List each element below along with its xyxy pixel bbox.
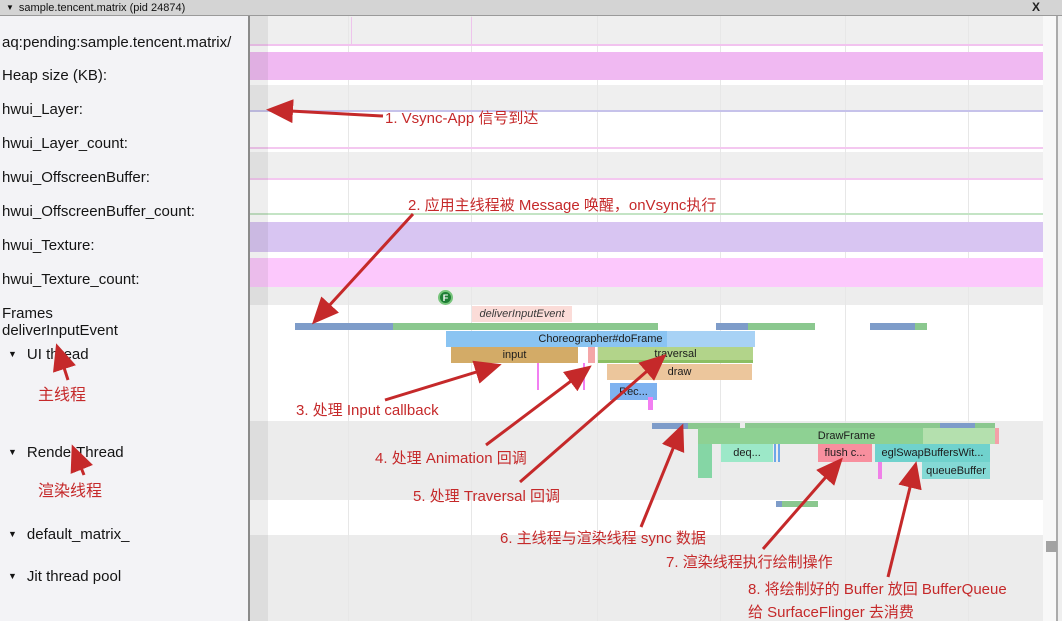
- default-matrix-runstate-green[interactable]: [782, 501, 818, 507]
- slice-label: Choreographer#doFrame: [538, 333, 663, 345]
- renderthread-runstate-blue[interactable]: [652, 423, 688, 429]
- slice-dequeue-buffer[interactable]: deq...: [721, 444, 773, 462]
- slice-drawframe[interactable]: DrawFrame: [698, 428, 995, 444]
- track-label-hwui-layer: hwui_Layer:: [2, 101, 83, 118]
- counter-tick: [774, 444, 776, 462]
- annotation-step-8-line2: 给 SurfaceFlinger 去消费: [748, 604, 914, 621]
- counter-tick: [778, 444, 780, 462]
- annotation-step-5: 5. 处理 Traversal 回调: [413, 488, 560, 505]
- slice-deliver-input-event[interactable]: deliverInputEvent: [472, 306, 572, 322]
- ui-thread-runstate-green[interactable]: [393, 323, 658, 330]
- annotation-step-1: 1. Vsync-App 信号到达: [385, 110, 539, 127]
- heap-size-counter-band[interactable]: [250, 52, 1043, 80]
- ui-thread-runstate-green[interactable]: [748, 323, 815, 330]
- process-titlebar[interactable]: ▼ sample.tencent.matrix (pid 24874) X: [0, 0, 1062, 16]
- track-name-sidebar: aq:pending:sample.tencent.matrix/ Heap s…: [0, 16, 248, 621]
- annotation-step-3: 3. 处理 Input callback: [296, 402, 439, 419]
- thread-label: default_matrix_: [26, 526, 130, 543]
- slice-traversal[interactable]: traversal: [598, 347, 753, 363]
- aq-pending-counter-line: [250, 44, 1043, 46]
- collapse-icon[interactable]: ▼: [8, 349, 17, 359]
- counter-tick: [537, 363, 539, 390]
- vsync-tick: [471, 17, 472, 44]
- slice-drawframe-tail: [923, 428, 995, 444]
- hwui-texture-count-counter-band[interactable]: [250, 258, 1043, 287]
- note-render-thread: 渲染线程: [38, 483, 103, 500]
- grid-line: [720, 16, 721, 621]
- thread-label: Jit thread pool: [26, 568, 122, 585]
- counter-tick: [583, 363, 585, 390]
- collapse-icon[interactable]: ▼: [8, 529, 17, 539]
- vsync-tick: [351, 17, 352, 44]
- process-title: sample.tencent.matrix (pid 24874): [18, 1, 186, 14]
- track-row-hwui-layer[interactable]: [250, 85, 1043, 110]
- thread-label: RenderThread: [26, 444, 124, 461]
- slice-draw[interactable]: draw: [607, 364, 752, 380]
- hwui-texture-counter-band[interactable]: [250, 222, 1043, 252]
- close-icon[interactable]: X: [1032, 0, 1040, 14]
- collapse-icon[interactable]: ▼: [6, 3, 14, 12]
- sidebar-item-ui-thread[interactable]: ▼ UI thread: [8, 346, 89, 363]
- track-row-frames[interactable]: [250, 287, 1043, 305]
- track-label-hwui-texture: hwui_Texture:: [2, 237, 95, 254]
- slice-label: DrawFrame: [817, 430, 876, 442]
- track-row-hwui-offscreenbuffer[interactable]: [250, 152, 1043, 178]
- track-label-heap-size: Heap size (KB):: [2, 67, 108, 84]
- track-label-hwui-layer-count: hwui_Layer_count:: [2, 135, 128, 152]
- grid-line: [968, 16, 969, 621]
- hwui-offscreenbuffer-counter-line: [250, 178, 1043, 180]
- ui-thread-runstate-blue[interactable]: [870, 323, 915, 330]
- slice-queuebuffer[interactable]: queueBuffer: [922, 462, 990, 479]
- frame-marker-badge[interactable]: F: [438, 290, 453, 305]
- slice-syncframestate[interactable]: [698, 444, 712, 478]
- grid-line: [845, 16, 846, 621]
- track-label-hwui-offscreenbuffer-count: hwui_OffscreenBuffer_count:: [2, 203, 195, 220]
- slice-flush-commands[interactable]: flush c...: [818, 444, 872, 462]
- ui-thread-runstate-blue[interactable]: [716, 323, 748, 330]
- sidebar-canvas-divider: [248, 16, 250, 621]
- canvas-left-shade: [250, 16, 268, 621]
- slice-choreographer-tail: [667, 331, 755, 347]
- track-label-frames: Frames: [2, 305, 53, 322]
- track-row-aq-pending[interactable]: [250, 16, 1043, 44]
- annotation-step-6: 6. 主线程与渲染线程 sync 数据: [500, 530, 706, 547]
- hwui-layer-count-counter-line: [250, 147, 1043, 149]
- annotation-step-4: 4. 处理 Animation 回调: [375, 450, 527, 467]
- slice-drawframe-end-sliver: [995, 428, 999, 444]
- arrow-step-3: [384, 360, 502, 402]
- track-label-deliverinputevent: deliverInputEvent: [2, 322, 118, 339]
- ui-thread-runstate-blue[interactable]: [295, 323, 393, 330]
- thread-label: UI thread: [26, 346, 89, 363]
- counter-tick: [648, 397, 653, 410]
- ui-thread-runstate-green[interactable]: [915, 323, 927, 330]
- sidebar-item-jit-thread-pool[interactable]: ▼ Jit thread pool: [8, 568, 121, 585]
- grid-line: [348, 16, 349, 621]
- scrollbar-thumb[interactable]: [1046, 541, 1057, 552]
- slice-input[interactable]: input: [451, 347, 578, 363]
- trace-viewer-window: ▼ sample.tencent.matrix (pid 24874) X F …: [0, 0, 1062, 621]
- right-edge: [1058, 16, 1062, 621]
- annotation-step-2: 2. 应用主线程被 Message 唤醒，onVsync执行: [408, 197, 717, 214]
- track-label-hwui-offscreenbuffer: hwui_OffscreenBuffer:: [2, 169, 150, 186]
- collapse-icon[interactable]: ▼: [8, 447, 17, 457]
- annotation-step-8-line1: 8. 将绘制好的 Buffer 放回 BufferQueue: [748, 581, 1007, 598]
- slice-choreographer-doframe[interactable]: Choreographer#doFrame: [446, 331, 755, 347]
- counter-tick: [878, 462, 882, 479]
- track-label-hwui-texture-count: hwui_Texture_count:: [2, 271, 140, 288]
- track-label-aq-pending: aq:pending:sample.tencent.matrix/: [2, 34, 232, 51]
- annotation-step-7: 7. 渲染线程执行绘制操作: [666, 554, 833, 571]
- collapse-icon[interactable]: ▼: [8, 571, 17, 581]
- note-main-thread: 主线程: [38, 387, 87, 404]
- right-gutter: [1043, 16, 1056, 621]
- slice-eglswapbuffers[interactable]: eglSwapBuffersWit...: [875, 444, 990, 462]
- sidebar-item-renderthread[interactable]: ▼ RenderThread: [8, 444, 124, 461]
- hwui-layer-counter-line: [250, 110, 1043, 112]
- slice-animation[interactable]: [588, 347, 595, 363]
- sidebar-item-default-matrix[interactable]: ▼ default_matrix_: [8, 526, 129, 543]
